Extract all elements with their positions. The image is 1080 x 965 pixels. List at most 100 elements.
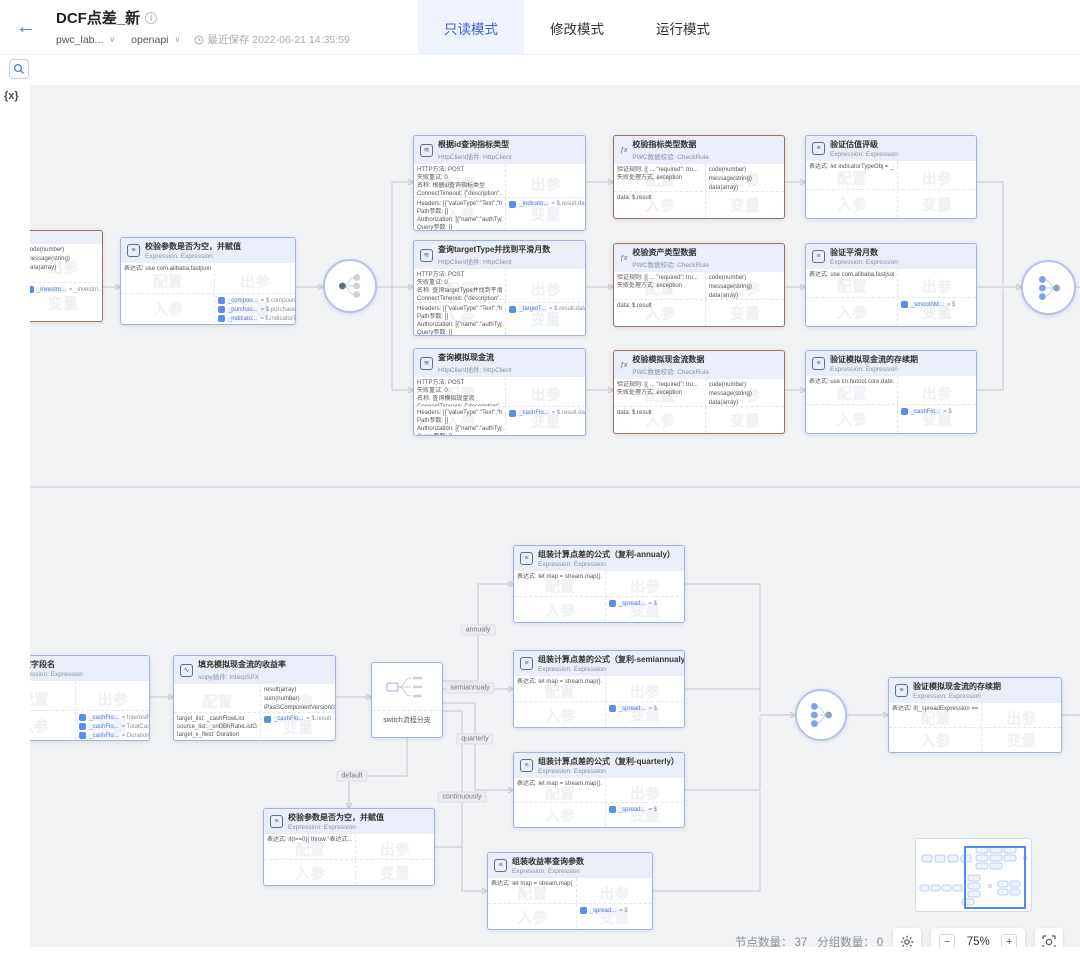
variable-chip[interactable]: _purchas...= $.purchase... <box>218 306 292 313</box>
focus-icon <box>1042 935 1056 947</box>
variable-chip[interactable]: _investm...= _investm... <box>30 286 99 293</box>
gear-icon <box>900 935 914 947</box>
variable-icon <box>218 315 225 322</box>
node-switch-branch[interactable]: switch流程分支 <box>371 662 443 738</box>
node-subtitle: Expression: Expression <box>538 561 675 568</box>
tab-edit[interactable]: 修改模式 <box>524 0 630 55</box>
top-header-bar: ← DCF点差_新i pwc_lab... ∨ openapi ∨ 最近保存 2… <box>0 0 1080 55</box>
node-expr-validate-duration-top[interactable]: ≡ 验证模拟现金流的存续期 Expression: Expression 配置 … <box>805 350 977 434</box>
variable-icon <box>509 410 516 417</box>
node-type-icon: ≡ <box>520 759 533 772</box>
variable-chip[interactable]: _spread...= $ <box>580 907 649 914</box>
variable-chip[interactable]: _indicato...= $.result.data <box>509 201 582 208</box>
gateway-split-top[interactable] <box>323 259 377 313</box>
settings-button[interactable] <box>893 928 921 947</box>
zoom-in-button[interactable]: + <box>1001 934 1017 947</box>
variable-chip[interactable]: _spread...= $ <box>609 600 681 607</box>
gateway-join-bottom[interactable] <box>795 689 847 741</box>
tab-run[interactable]: 运行模式 <box>630 0 736 55</box>
node-title: 校验资产类型数据 <box>632 247 709 258</box>
node-http-query-targettype[interactable]: ≋ 查询targetType并找到平滑月数 HttpClient插件: Http… <box>413 240 586 336</box>
node-subtitle: PWC数据校验: CheckRule <box>632 366 709 376</box>
info-icon[interactable]: i <box>145 12 157 24</box>
node-http-query-indicator-type[interactable]: ≋ 根据id查询指标类型 HttpClient插件: HttpClient 配置… <box>413 135 586 231</box>
variable-chip[interactable]: _cashFlo...= InterestRate <box>79 714 146 721</box>
api-select[interactable]: openapi <box>131 34 168 46</box>
variable-chip[interactable]: _cashFlo...= $ <box>901 408 973 415</box>
node-body: 配置 出参 入参 变量 表达式: let map = stream.map().… <box>514 778 684 827</box>
node-expr-formula-semiannualy[interactable]: ≡ 组装计算点差的公式（复利-semiannualy） Expression: … <box>513 650 685 728</box>
edge-label-semiannualy: semiannualy <box>445 683 494 694</box>
variable-chip[interactable]: _spread...= $ <box>609 705 681 712</box>
node-check-cashflow[interactable]: ƒx 校验模拟现金流数据 PWC数据校验: CheckRule 配置 出参 入参… <box>613 350 785 434</box>
node-header: ≡ 校验参数是否为空，并赋值 Expression: Expression <box>121 238 295 263</box>
node-expr-yield-query-params[interactable]: ≡ 组装收益率查询参数 Expression: Expression 配置 出参… <box>487 852 653 930</box>
node-type-icon: ≋ <box>420 144 433 157</box>
variable-icon <box>609 600 616 607</box>
node-title: 校验参数是否为空，并赋值 <box>145 241 241 252</box>
node-subtitle: HttpClient插件: HttpClient <box>438 364 512 374</box>
node-expr-formula-quarterly[interactable]: ≡ 组装计算点差的公式（复利-quarterly） Expression: Ex… <box>513 752 685 828</box>
variable-icon <box>218 306 225 313</box>
node-header: ƒx 校验指标类型数据 PWC数据校验: CheckRule <box>614 136 784 164</box>
variable-chip[interactable]: _compou...= $.compoun... <box>218 297 292 304</box>
node-subtitle: Expression: Expression <box>512 868 584 875</box>
back-button[interactable]: ← <box>16 16 36 39</box>
node-partial-check[interactable]: ƒx 配置 出参 入参 变量 code(number)message(strin… <box>30 230 103 322</box>
node-http-query-cashflow[interactable]: ≋ 查询模拟现金流 HttpClient插件: HttpClient 配置 出参… <box>413 348 586 436</box>
node-expr-validate-duration-bottom[interactable]: ≡ 验证模拟现金流的存续期 Expression: Expression 配置 … <box>888 677 1062 753</box>
search-button[interactable] <box>9 59 29 79</box>
node-title: 校验模拟现金流数据 <box>632 354 709 365</box>
minimap[interactable] <box>915 838 1032 912</box>
node-body: 配置 出参 入参 变量 HTTP方法: POST失败重试: 0名称: 根据id查… <box>414 164 585 230</box>
variable-icon <box>509 201 516 208</box>
node-header: ƒx <box>30 231 102 244</box>
node-body: 配置 出参 入参 变量 验证规则: [{ ... "required": tru… <box>614 272 784 326</box>
variable-chip[interactable]: _cashFlo...= $.result <box>264 716 332 723</box>
node-subtitle: Expression: Expression <box>830 366 918 373</box>
minimap-viewport[interactable] <box>964 846 1026 909</box>
chevron-down-icon[interactable]: ∨ <box>175 35 181 44</box>
variable-chip[interactable]: _indicato...= $.indicatorT... <box>218 315 292 322</box>
variable-chip[interactable]: _cashFlo...= $.result.dat... <box>509 410 582 417</box>
node-expr-validate-valuation[interactable]: ≡ 验证估值评级 Expression: Expression 配置 出参 入参… <box>805 135 977 219</box>
project-select[interactable]: pwc_lab... <box>56 34 103 46</box>
node-check-params-empty-bottom[interactable]: ≡ 校验参数是否为空，并赋值 Expression: Expression 配置… <box>263 808 435 886</box>
node-header: ≡ 验证估值评级 Expression: Expression <box>806 136 976 161</box>
node-partial-set-fields[interactable]: ≡ 设置字段名 Expression: Expression 配置 出参 入参 … <box>30 655 150 741</box>
nodes-layer: ƒx 配置 出参 入参 变量 code(number)message(strin… <box>30 85 1080 947</box>
fit-view-button[interactable] <box>1035 928 1063 947</box>
tab-read-only[interactable]: 只读模式 <box>418 0 524 55</box>
node-body: 配置 出参 入参 变量 表达式: let indicatorTypeObj = … <box>806 161 976 218</box>
node-title: 验证模拟现金流的存续期 <box>913 681 1001 692</box>
node-expr-formula-annualy[interactable]: ≡ 组装计算点差的公式（复利-annualy） Expression: Expr… <box>513 545 685 623</box>
variable-chip[interactable]: _targetT...= $.result.data <box>509 306 582 313</box>
node-expr-validate-smooth-months[interactable]: ≡ 验证平滑月数 Expression: Expression 配置 出参 入参… <box>805 243 977 327</box>
node-header: ≡ 组装计算点差的公式（复利-semiannualy） Expression: … <box>514 651 684 676</box>
node-type-icon: ≡ <box>812 357 825 370</box>
node-type-icon: ≋ <box>420 357 433 370</box>
edge-label-quarterly: quarterly <box>456 734 493 745</box>
chevron-down-icon[interactable]: ∨ <box>109 35 115 44</box>
node-title: 组装计算点差的公式（复利-annualy） <box>538 549 675 560</box>
node-check-indicator-type[interactable]: ƒx 校验指标类型数据 PWC数据校验: CheckRule 配置 出参 入参 … <box>613 135 785 219</box>
node-title: 组装收益率查询参数 <box>512 856 584 867</box>
variable-chip[interactable]: _cashFlo...= TotalCashF... <box>79 723 146 730</box>
variables-panel-icon[interactable]: {x} <box>4 90 19 102</box>
switch-node-label: switch流程分支 <box>372 710 442 725</box>
variable-chip[interactable]: _cashFlo...= Duration <box>79 732 146 739</box>
node-check-asset-type[interactable]: ƒx 校验资产类型数据 PWC数据校验: CheckRule 配置 出参 入参 … <box>613 243 785 327</box>
gateway-join-top[interactable] <box>1021 260 1076 315</box>
search-icon <box>13 63 25 75</box>
node-title: 查询targetType并找到平滑月数 <box>438 244 550 255</box>
node-type-icon: ∿ <box>180 664 193 677</box>
zoom-out-button[interactable]: − <box>939 934 955 947</box>
node-type-icon: ≡ <box>520 657 533 670</box>
node-check-params-empty-top[interactable]: ≡ 校验参数是否为空，并赋值 Expression: Expression 配置… <box>120 237 296 325</box>
variable-chip[interactable]: _smoothM...= $ <box>901 301 973 308</box>
node-body: 配置 出参 入参 变量 表达式: let map = stream.map().… <box>514 571 684 622</box>
variable-chip[interactable]: _spread...= $ <box>609 806 681 813</box>
flow-canvas[interactable]: ƒx 配置 出参 入参 变量 code(number)message(strin… <box>30 85 1080 947</box>
node-interp-fill-yield[interactable]: ∿ 填充模拟现金流的收益率 scipy插件: InterpSPX 配置 出参 入… <box>173 655 336 741</box>
variable-icon <box>509 306 516 313</box>
